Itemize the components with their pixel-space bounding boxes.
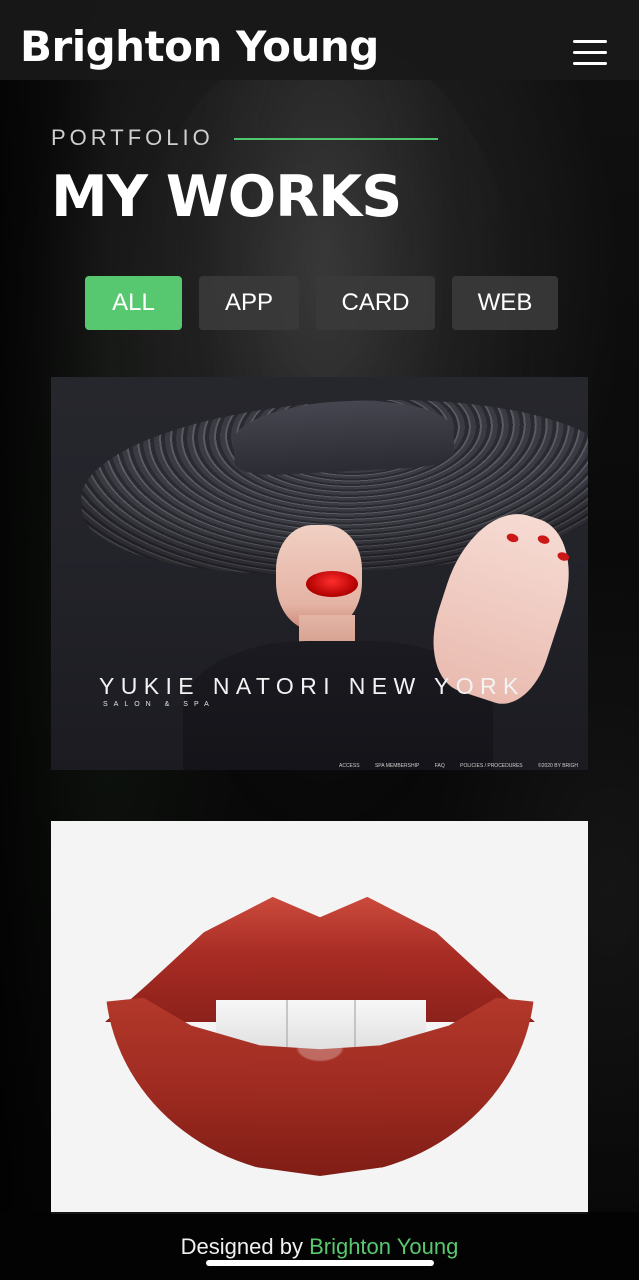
footer-link-faq: FAQ — [434, 763, 445, 769]
footer-link-copyright: ©2020 BY BRIGH — [538, 763, 579, 769]
portfolio-heading: PORTFOLIO MY WORKS — [51, 125, 438, 226]
filter-app-button[interactable]: APP — [199, 276, 299, 330]
footer-prefix: Designed by — [180, 1234, 310, 1259]
page-title: MY WORKS — [51, 164, 402, 230]
menu-line — [573, 51, 607, 54]
section-eyebrow: PORTFOLIO — [51, 125, 214, 150]
filter-web-button[interactable]: WEB — [452, 276, 558, 330]
works-gallery: YUKIE NATORI NEW YORK SALON & SPA ACCESS… — [51, 377, 588, 1214]
menu-icon[interactable] — [573, 36, 607, 66]
footer-credit: Designed by Brighton Young — [0, 1234, 639, 1260]
work-title: YUKIE NATORI NEW YORK — [99, 673, 525, 699]
menu-line — [573, 40, 607, 43]
portfolio-filters: ALL APP CARD WEB — [85, 276, 558, 330]
footer-link-membership: SPA MEMBERSHIP — [374, 763, 420, 769]
red-lips — [306, 571, 358, 597]
work-subtitle: SALON & SPA — [103, 701, 215, 708]
footer-link-policies: POLICIES / PROCEDURES — [460, 763, 523, 769]
site-brand[interactable]: Brighton Young — [20, 26, 379, 68]
footer-author-link[interactable]: Brighton Young — [309, 1234, 458, 1259]
work-card-lips[interactable] — [51, 821, 588, 1214]
work-footer-links: ACCESS SPA MEMBERSHIP FAQ POLICIES / PRO… — [339, 763, 588, 769]
filter-all-button[interactable]: ALL — [85, 276, 182, 330]
eyebrow-divider — [233, 138, 438, 140]
menu-line — [573, 62, 607, 65]
work-card-yukie[interactable]: YUKIE NATORI NEW YORK SALON & SPA ACCESS… — [51, 377, 588, 770]
eyebrow-row: PORTFOLIO — [51, 125, 438, 151]
filter-card-button[interactable]: CARD — [316, 276, 435, 330]
footer-link-access: ACCESS — [339, 763, 360, 769]
site-footer: Designed by Brighton Young — [0, 1212, 639, 1280]
home-indicator — [206, 1260, 434, 1266]
site-header: Brighton Young — [0, 0, 639, 104]
lips-image — [105, 886, 535, 1176]
